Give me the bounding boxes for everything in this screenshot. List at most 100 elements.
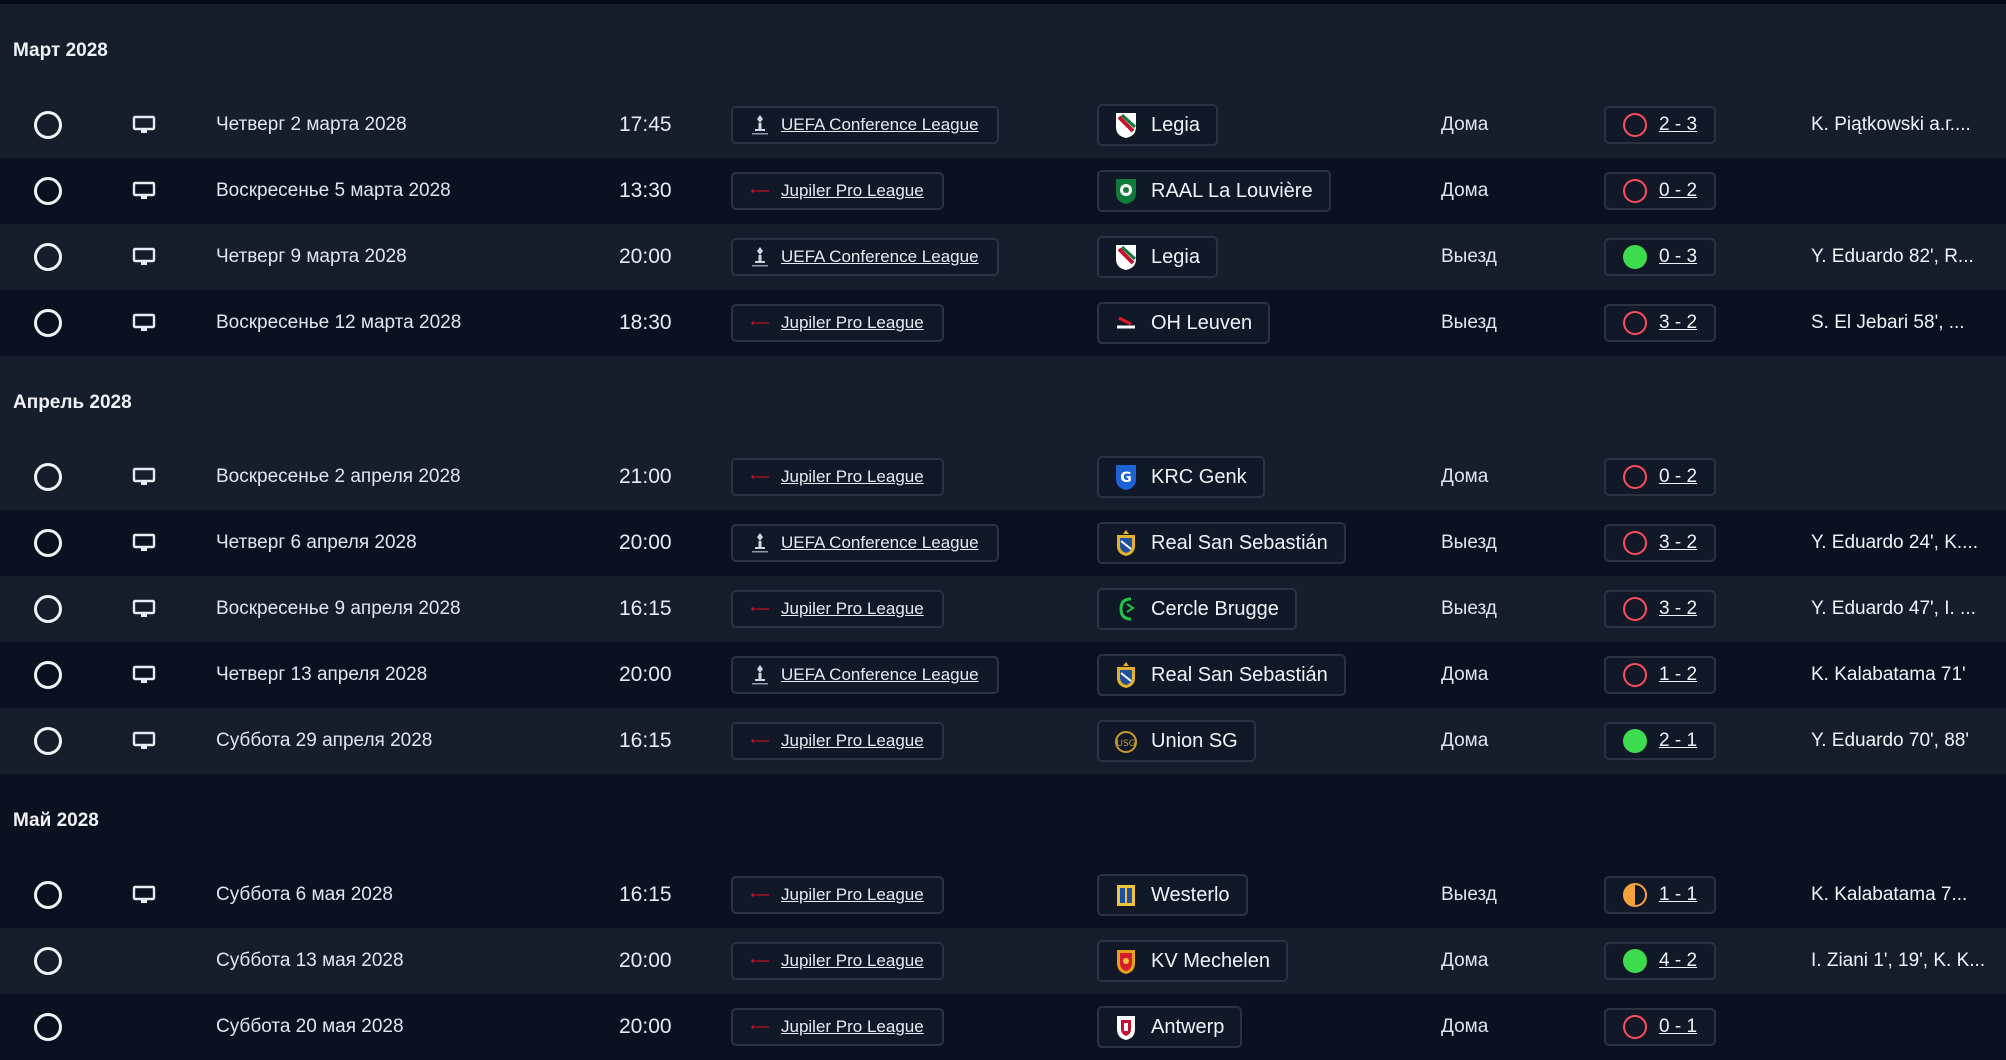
match-row[interactable]: Воскресенье 12 марта 2028 18:30 Jupiler … [0, 290, 2006, 356]
conference-league-logo-icon [749, 531, 771, 555]
opponent-link[interactable]: RAAL La Louvière [1097, 170, 1331, 212]
competition-link[interactable]: Jupiler Pro League [731, 304, 944, 342]
real-san-sebastian-crest-icon [1113, 529, 1139, 557]
match-row[interactable]: Воскресенье 9 апреля 2028 16:15 Jupiler … [0, 576, 2006, 642]
competition-link[interactable]: UEFA Conference League [731, 524, 999, 562]
select-circle-icon[interactable] [34, 463, 62, 491]
jupiler-pro-league-logo-icon [749, 1015, 771, 1039]
opponent-link[interactable]: G KRC Genk [1097, 456, 1265, 498]
result-link[interactable]: 1 - 2 [1604, 656, 1716, 694]
tv-broadcast-icon [132, 467, 156, 487]
opponent-name: Antwerp [1151, 1015, 1225, 1038]
opponent-link[interactable]: Cercle Brugge [1097, 588, 1297, 630]
opponent-link[interactable]: KV Mechelen [1097, 940, 1288, 982]
select-circle-icon[interactable] [34, 529, 62, 557]
match-time: 21:00 [619, 465, 672, 488]
opponent-link[interactable]: OH Leuven [1097, 302, 1271, 344]
competition-link[interactable]: Jupiler Pro League [731, 942, 944, 980]
result-link[interactable]: 1 - 1 [1604, 876, 1716, 914]
result-link[interactable]: 2 - 1 [1604, 722, 1716, 760]
result-link[interactable]: 0 - 2 [1604, 172, 1716, 210]
opponent-name: Union SG [1151, 729, 1238, 752]
opponent-link[interactable]: Legia [1097, 104, 1218, 146]
select-circle-icon[interactable] [34, 881, 62, 909]
result-link[interactable]: 3 - 2 [1604, 590, 1716, 628]
opponent-link[interactable]: Real San Sebastián [1097, 654, 1346, 696]
score: 3 - 2 [1659, 312, 1698, 333]
loss-status-icon [1623, 113, 1647, 137]
competition-link[interactable]: Jupiler Pro League [731, 722, 944, 760]
venue: Дома [1441, 730, 1489, 751]
match-date: Воскресенье 9 апреля 2028 [216, 598, 461, 619]
opponent-link[interactable]: USG Union SG [1097, 720, 1256, 762]
competition-link[interactable]: Jupiler Pro League [731, 590, 944, 628]
venue: Выезд [1441, 598, 1497, 619]
select-circle-icon[interactable] [34, 595, 62, 623]
select-circle-icon[interactable] [34, 243, 62, 271]
select-circle-icon[interactable] [34, 177, 62, 205]
select-circle-icon[interactable] [34, 661, 62, 689]
tv-broadcast-icon [132, 115, 156, 135]
match-time: 16:15 [619, 597, 672, 620]
competition-link[interactable]: Jupiler Pro League [731, 458, 944, 496]
match-row[interactable]: Воскресенье 5 марта 2028 13:30 Jupiler P… [0, 158, 2006, 224]
score: 0 - 1 [1659, 1016, 1698, 1037]
result-link[interactable]: 0 - 1 [1604, 1008, 1716, 1046]
competition-link[interactable]: Jupiler Pro League [731, 1008, 944, 1046]
result-link[interactable]: 2 - 3 [1604, 106, 1716, 144]
venue: Дома [1441, 664, 1489, 685]
match-date: Четверг 2 марта 2028 [216, 114, 407, 135]
match-time: 20:00 [619, 1015, 672, 1038]
match-date: Четверг 13 апреля 2028 [216, 664, 428, 685]
month-title: Май 2028 [13, 810, 99, 831]
competition-link[interactable]: UEFA Conference League [731, 656, 999, 694]
select-circle-icon[interactable] [34, 111, 62, 139]
result-link[interactable]: 3 - 2 [1604, 524, 1716, 562]
competition-name: UEFA Conference League [781, 533, 979, 552]
score: 2 - 3 [1659, 114, 1698, 135]
select-circle-icon[interactable] [34, 309, 62, 337]
opponent-link[interactable]: Westerlo [1097, 874, 1248, 916]
match-time: 20:00 [619, 663, 672, 686]
match-row[interactable]: Четверг 2 марта 2028 17:45 UEFA Conferen… [0, 92, 2006, 158]
month-section-header: Апрель 2028 [0, 356, 2006, 444]
match-row[interactable]: Четверг 13 апреля 2028 20:00 UEFA Confer… [0, 642, 2006, 708]
conference-league-logo-icon [749, 245, 771, 269]
opponent-link[interactable]: Legia [1097, 236, 1218, 278]
match-row[interactable]: Суббота 29 апреля 2028 16:15 Jupiler Pro… [0, 708, 2006, 774]
jupiler-pro-league-logo-icon [749, 465, 771, 489]
match-time: 18:30 [619, 311, 672, 334]
venue: Выезд [1441, 312, 1497, 333]
match-date: Суббота 13 мая 2028 [216, 950, 404, 971]
match-row[interactable]: Суббота 13 мая 2028 20:00 Jupiler Pro Le… [0, 928, 2006, 994]
competition-link[interactable]: Jupiler Pro League [731, 172, 944, 210]
score: 2 - 1 [1659, 730, 1698, 751]
opponent-name: Real San Sebastián [1151, 663, 1328, 686]
match-row[interactable]: Четверг 9 марта 2028 20:00 UEFA Conferen… [0, 224, 2006, 290]
competition-link[interactable]: Jupiler Pro League [731, 876, 944, 914]
competition-link[interactable]: UEFA Conference League [731, 106, 999, 144]
select-circle-icon[interactable] [34, 947, 62, 975]
competition-name: Jupiler Pro League [781, 951, 924, 970]
scorers: I. Ziani 1', 19', K. K... [1811, 950, 1986, 971]
result-link[interactable]: 3 - 2 [1604, 304, 1716, 342]
select-circle-icon[interactable] [34, 727, 62, 755]
scorers: Y. Eduardo 24', K.... [1811, 532, 1979, 553]
select-circle-icon[interactable] [34, 1013, 62, 1041]
competition-link[interactable]: UEFA Conference League [731, 238, 999, 276]
result-link[interactable]: 0 - 2 [1604, 458, 1716, 496]
score: 0 - 2 [1659, 180, 1698, 201]
opponent-link[interactable]: Antwerp [1097, 1006, 1243, 1048]
opponent-link[interactable]: Real San Sebastián [1097, 522, 1346, 564]
tv-broadcast-icon [132, 599, 156, 619]
result-link[interactable]: 4 - 2 [1604, 942, 1716, 980]
match-row[interactable]: Суббота 6 мая 2028 16:15 Jupiler Pro Lea… [0, 862, 2006, 928]
scorers: K. Kalabatama 7... [1811, 884, 1968, 905]
score: 0 - 3 [1659, 246, 1698, 267]
loss-status-icon [1623, 311, 1647, 335]
match-row[interactable]: Воскресенье 2 апреля 2028 21:00 Jupiler … [0, 444, 2006, 510]
match-row[interactable]: Суббота 20 мая 2028 20:00 Jupiler Pro Le… [0, 994, 2006, 1060]
result-link[interactable]: 0 - 3 [1604, 238, 1716, 276]
score: 3 - 2 [1659, 532, 1698, 553]
match-row[interactable]: Четверг 6 апреля 2028 20:00 UEFA Confere… [0, 510, 2006, 576]
